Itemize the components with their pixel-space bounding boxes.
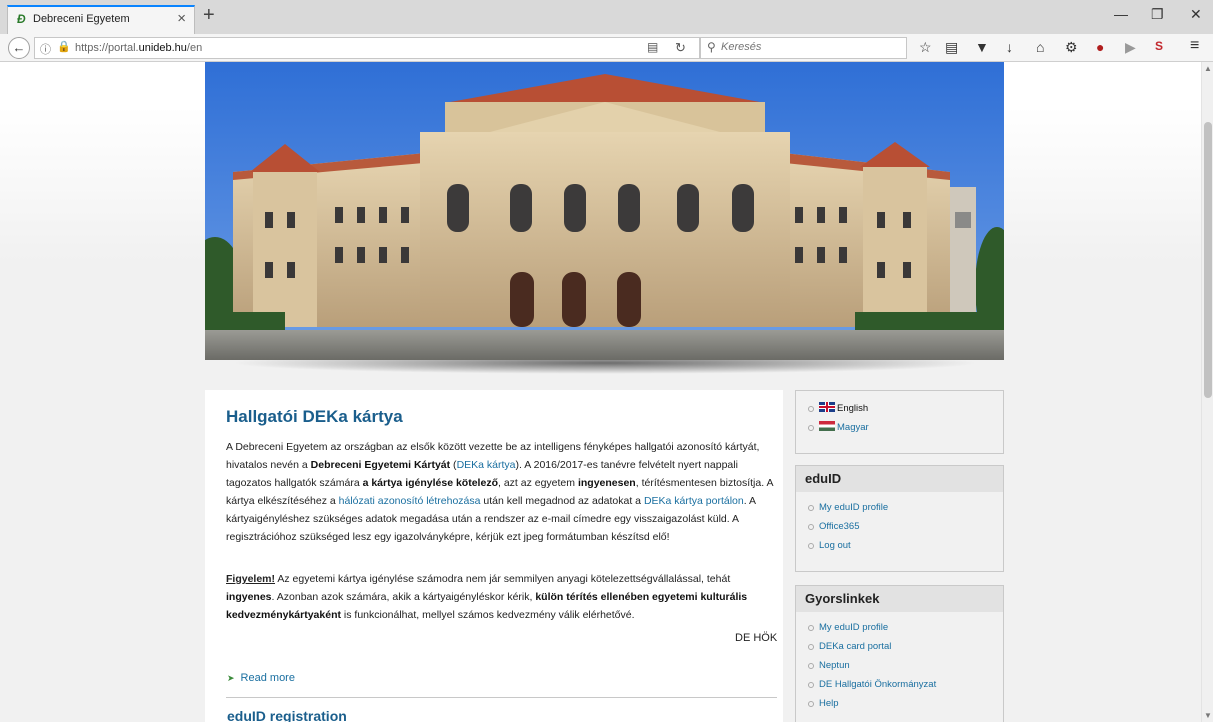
arrow-right-icon: ➤ — [227, 673, 235, 683]
navigation-bar: ← ⓘ 🔒 https://portal.unideb.hu/en ▤ ↻ ⚲ … — [0, 34, 1213, 62]
minimize-button[interactable]: — — [1114, 6, 1128, 22]
uk-flag-icon — [819, 402, 835, 412]
notice-label: Figyelem! — [226, 573, 276, 585]
bold-text: ingyenesen — [577, 477, 636, 489]
scrollbar-thumb[interactable] — [1204, 122, 1212, 398]
language-magyar[interactable]: Magyar — [808, 418, 1003, 437]
hungary-flag-icon — [819, 421, 835, 431]
url-text[interactable]: https://portal.unideb.hu/en — [75, 42, 202, 54]
text-segment: Az egyetemi kártya igénylése számodra ne… — [275, 573, 731, 585]
notice-paragraph: Figyelem! Az egyetemi kártya igénylése s… — [226, 570, 781, 624]
eduid-heading: eduID — [796, 466, 1003, 492]
tab-title: Debreceni Egyetem — [33, 13, 130, 25]
address-bar[interactable]: ⓘ 🔒 https://portal.unideb.hu/en ▤ ↻ — [34, 37, 700, 59]
seo-extension-icon[interactable]: S — [1155, 39, 1163, 53]
text-segment: . Azonban azok számára, akik a kártyaigé… — [271, 591, 536, 603]
page-title: Hallgatói DEKa kártya — [226, 407, 403, 426]
divider — [226, 697, 777, 698]
quicklinks-heading: Gyorslinkek — [796, 586, 1003, 612]
search-icon: ⚲ — [707, 40, 716, 54]
scroll-up-icon[interactable]: ▲ — [1204, 64, 1212, 73]
quicklink-neptun[interactable]: Neptun — [808, 656, 1003, 675]
pocket-icon[interactable]: ▼ — [975, 39, 989, 55]
ublock-icon[interactable]: ● — [1096, 39, 1104, 55]
search-input[interactable] — [721, 41, 901, 53]
inline-link[interactable]: DEKa kártya portálon — [644, 495, 744, 507]
quicklinks-box: Gyorslinkek My eduID profile DEKa card p… — [795, 585, 1004, 722]
read-more-link[interactable]: ➤ Read more — [227, 672, 295, 684]
play-icon[interactable]: ▶ — [1125, 39, 1136, 56]
restore-button[interactable]: ❐ — [1151, 6, 1164, 23]
info-icon[interactable]: ⓘ — [40, 41, 51, 57]
close-tab-icon[interactable]: × — [177, 10, 186, 27]
inline-link[interactable]: DEKa kártya — [457, 459, 516, 471]
favicon-icon: Ð — [17, 12, 26, 26]
library-icon[interactable]: ▤ — [945, 39, 958, 56]
quicklink-eduid-profile[interactable]: My eduID profile — [808, 618, 1003, 637]
scroll-down-icon[interactable]: ▼ — [1204, 711, 1212, 720]
text-segment: után kell megadnod az adatokat a — [480, 495, 644, 507]
reader-view-icon[interactable]: ▤ — [647, 40, 658, 54]
language-box: English Magyar — [795, 390, 1004, 454]
vertical-scrollbar[interactable]: ▲ ▼ — [1201, 62, 1213, 722]
search-box[interactable]: ⚲ — [700, 37, 907, 59]
inline-link[interactable]: hálózati azonosító létrehozása — [339, 495, 481, 507]
bold-text: ingyenes — [226, 591, 272, 603]
quicklink-help[interactable]: Help — [808, 694, 1003, 713]
tab-bar: Ð Debreceni Egyetem × + — ❐ ✕ — [0, 0, 1213, 34]
extension-icon[interactable]: ⚙ — [1065, 39, 1078, 56]
signature: DE HÖK — [735, 632, 778, 644]
home-icon[interactable]: ⌂ — [1036, 39, 1044, 55]
eduid-link-office365[interactable]: Office365 — [808, 517, 1003, 536]
language-english[interactable]: English — [808, 399, 1003, 418]
lock-icon: 🔒 — [57, 41, 71, 53]
intro-paragraph: A Debreceni Egyetem az országban az első… — [226, 438, 781, 546]
text-segment: , azt az egyetem — [497, 477, 578, 489]
bold-text: a kártya igénylése kötelező — [362, 477, 498, 489]
reload-icon[interactable]: ↻ — [675, 40, 686, 56]
quicklink-student-union[interactable]: DE Hallgatói Önkormányzat — [808, 675, 1003, 694]
main-content: Hallgatói DEKa kártya A Debreceni Egyete… — [205, 390, 783, 722]
bold-text: Debreceni Egyetemi Kártyát — [310, 459, 451, 471]
menu-icon[interactable]: ≡ — [1190, 37, 1199, 55]
quicklink-deka-portal[interactable]: DEKa card portal — [808, 637, 1003, 656]
bookmark-star-icon[interactable]: ☆ — [919, 39, 932, 56]
back-button[interactable]: ← — [8, 37, 30, 59]
eduid-link-profile[interactable]: My eduID profile — [808, 498, 1003, 517]
download-icon[interactable]: ↓ — [1006, 39, 1013, 55]
close-window-button[interactable]: ✕ — [1190, 6, 1202, 23]
new-tab-button[interactable]: + — [203, 4, 215, 27]
university-building-banner — [205, 62, 1004, 360]
eduid-box: eduID My eduID profile Office365 Log out — [795, 465, 1004, 572]
text-segment: is funkcionálhat, mellyel számos kedvezm… — [340, 609, 635, 621]
page-viewport: Hallgatói DEKa kártya A Debreceni Egyete… — [0, 62, 1201, 722]
eduid-link-logout[interactable]: Log out — [808, 536, 1003, 555]
next-article-heading[interactable]: eduID registration — [227, 708, 347, 722]
browser-tab[interactable]: Ð Debreceni Egyetem × — [7, 5, 195, 34]
